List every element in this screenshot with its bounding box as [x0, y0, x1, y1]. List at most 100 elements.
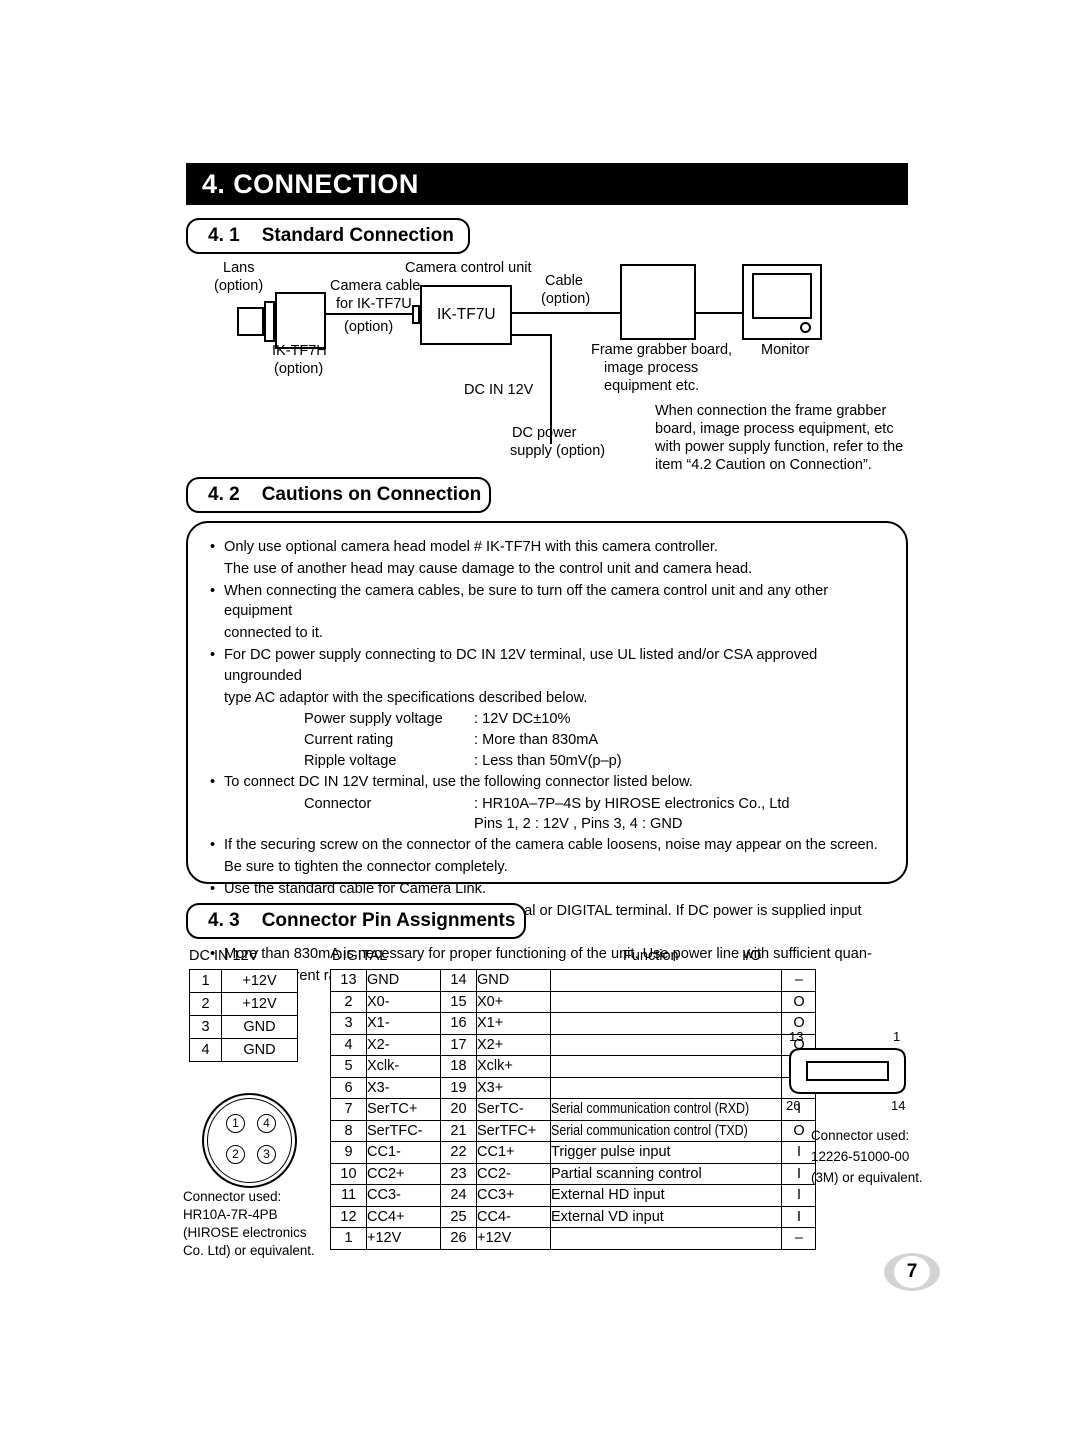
digital-pin-number-b: 14 [440, 969, 477, 992]
digital-pin-number-b: 16 [440, 1012, 477, 1035]
diagram-note-line2: board, image process equipment, etc [655, 421, 894, 437]
table-row: 3 X1- 16 X1+ O [330, 1012, 817, 1035]
spec-key: Power supply voltage [304, 711, 443, 728]
page-number-badge: 7 [884, 1253, 940, 1291]
circular-connector-note-line4: Co. Ltd) or equivalent. [183, 1243, 315, 1258]
monitor-screen [752, 273, 812, 319]
digital-pin-number-a: 4 [330, 1033, 367, 1056]
section-header-4-2: 4. 2 Cautions on Connection [186, 477, 491, 513]
dcin-signal-name: +12V [221, 969, 298, 993]
section-header-4-3: 4. 3 Connector Pin Assignments [186, 903, 526, 939]
dc-power-line-horizontal [512, 334, 552, 337]
monitor-label: Monitor [761, 342, 810, 358]
caution-text: For DC power supply connecting to DC IN … [224, 646, 818, 684]
dcin-pin-table: 1 +12V 2 +12V 3 GND 4 GND [189, 969, 298, 1062]
caution-item: • For DC power supply connecting to DC IN… [210, 645, 886, 687]
lens-label-line1: Lans [223, 260, 255, 276]
digital-pin-number-a: 5 [330, 1055, 367, 1078]
dc-supply-label-line1: DC power [512, 425, 577, 441]
digital-signal-name-b: SerTFC+ [476, 1119, 551, 1142]
digital-signal-name-b: Xclk+ [476, 1055, 551, 1078]
caution-item: • To connect DC IN 12V terminal, use the … [210, 772, 886, 793]
bullet-icon [210, 688, 224, 709]
table-row: 2 X0- 15 X0+ O [330, 990, 817, 1013]
digital-signal-name-b: X2+ [476, 1033, 551, 1056]
digital-signal-name-a: CC4+ [366, 1205, 441, 1228]
mdr-pin-label-top-left: 13 [789, 1029, 804, 1044]
section-header-4-1: 4. 1 Standard Connection [186, 218, 470, 254]
spec-key: Current rating [304, 732, 394, 749]
circular-pin-2: 2 [226, 1145, 245, 1164]
digital-pin-number-a: 12 [330, 1205, 367, 1228]
digital-function: Partial scanning control [549, 1162, 783, 1185]
table-row: 4 X2- 17 X2+ O [330, 1033, 817, 1056]
digital-signal-name-b: CC3+ [476, 1184, 551, 1207]
caution-spec-row: Power supply voltage: 12V DC±10% [210, 709, 886, 730]
digital-pin-number-a: 2 [330, 990, 367, 1013]
digital-function [549, 1227, 783, 1250]
digital-signal-name-a: CC2+ [366, 1162, 441, 1185]
digital-pin-number-b: 21 [440, 1119, 477, 1142]
digital-signal-name-b: SerTC- [476, 1098, 551, 1121]
digital-function: Trigger pulse input [549, 1141, 783, 1164]
diagram-note-line4: item “4.2 Caution on Connection”. [655, 457, 872, 473]
digital-signal-name-a: X2- [366, 1033, 441, 1056]
digital-signal-name-a: CC3- [366, 1184, 441, 1207]
digital-pin-number-a: 13 [330, 969, 367, 992]
digital-pin-number-a: 8 [330, 1119, 367, 1142]
circular-connector-note-line3: (HIROSE electronics [183, 1225, 307, 1240]
frame-grabber-label-line2: image process [604, 360, 699, 376]
circular-connector-note-line2: HR10A-7R-4PB [183, 1207, 278, 1222]
digital-io-header: I/O [742, 948, 762, 964]
section-number: 4. 3 [208, 910, 240, 931]
caution-item-continuation: type AC adaptor with the specifications … [210, 688, 886, 709]
diagram-note-line3: with power supply function, refer to the [655, 439, 904, 455]
dcin-table-caption: DC IN 12V [189, 948, 259, 964]
ccu-input-connector [412, 305, 420, 324]
frame-grabber-label-line3: equipment etc. [604, 378, 700, 394]
digital-pin-number-b: 15 [440, 990, 477, 1013]
caution-text: connected to it. [224, 625, 323, 642]
caution-text: If the securing screw on the connector o… [224, 837, 878, 854]
circular-pin-3: 3 [257, 1145, 276, 1164]
mdr-pin-label-bottom-right: 14 [891, 1098, 906, 1113]
chapter-title: 4. CONNECTION [202, 168, 419, 199]
digital-signal-name-b: +12V [476, 1227, 551, 1250]
digital-signal-name-b: X3+ [476, 1076, 551, 1099]
monitor-cable-line [696, 312, 742, 315]
camera-cable-label-line1: Camera cable [330, 278, 421, 294]
digital-pin-number-b: 24 [440, 1184, 477, 1207]
digital-io-direction: – [781, 969, 817, 992]
digital-pin-number-b: 26 [440, 1227, 477, 1250]
mdr-pin-label-bottom-left: 26 [786, 1098, 801, 1113]
section-label: Standard Connection [261, 225, 454, 246]
spec-key: Ripple voltage [304, 752, 397, 769]
table-row: 11 CC3- 24 CC3+ External HD input I [330, 1184, 817, 1207]
digital-table-caption: DIGITAL [332, 948, 388, 964]
digital-pin-number-a: 7 [330, 1098, 367, 1121]
digital-function [549, 990, 783, 1013]
caution-text: Be sure to tighten the connector complet… [224, 858, 508, 875]
digital-function [549, 1076, 783, 1099]
table-row: 3 GND [189, 1015, 298, 1039]
digital-io-direction: – [781, 1227, 817, 1250]
document-page: 4. CONNECTION 4. 1 Standard Connection L… [0, 0, 1080, 1436]
cable-label-line2: (option) [541, 291, 591, 307]
digital-signal-name-a: X0- [366, 990, 441, 1013]
bullet-icon: • [210, 582, 216, 599]
digital-io-direction: I [781, 1184, 817, 1207]
table-row: 8 SerTFC- 21 SerTFC+ Serial communication co… [330, 1119, 817, 1142]
digital-function [549, 969, 783, 992]
circular-connector-inner-ring [207, 1098, 292, 1183]
bullet-icon [210, 623, 224, 644]
caution-spec-row: Connector: HR10A–7P–4S by HIROSE electro… [210, 794, 886, 815]
dc-power-line-vertical [550, 334, 553, 444]
mdr-connector-note-line2: 12226-51000-00 [811, 1149, 910, 1164]
digital-pin-number-a: 6 [330, 1076, 367, 1099]
circular-connector-note-line1: Connector used: [183, 1189, 282, 1204]
camera-cable-line [326, 313, 415, 316]
digital-function: External VD input [549, 1205, 783, 1228]
digital-signal-name-a: GND [366, 969, 441, 992]
caution-spec-extra: Pins 1, 2 : 12V , Pins 3, 4 : GND [474, 816, 683, 833]
digital-function [549, 1033, 783, 1056]
